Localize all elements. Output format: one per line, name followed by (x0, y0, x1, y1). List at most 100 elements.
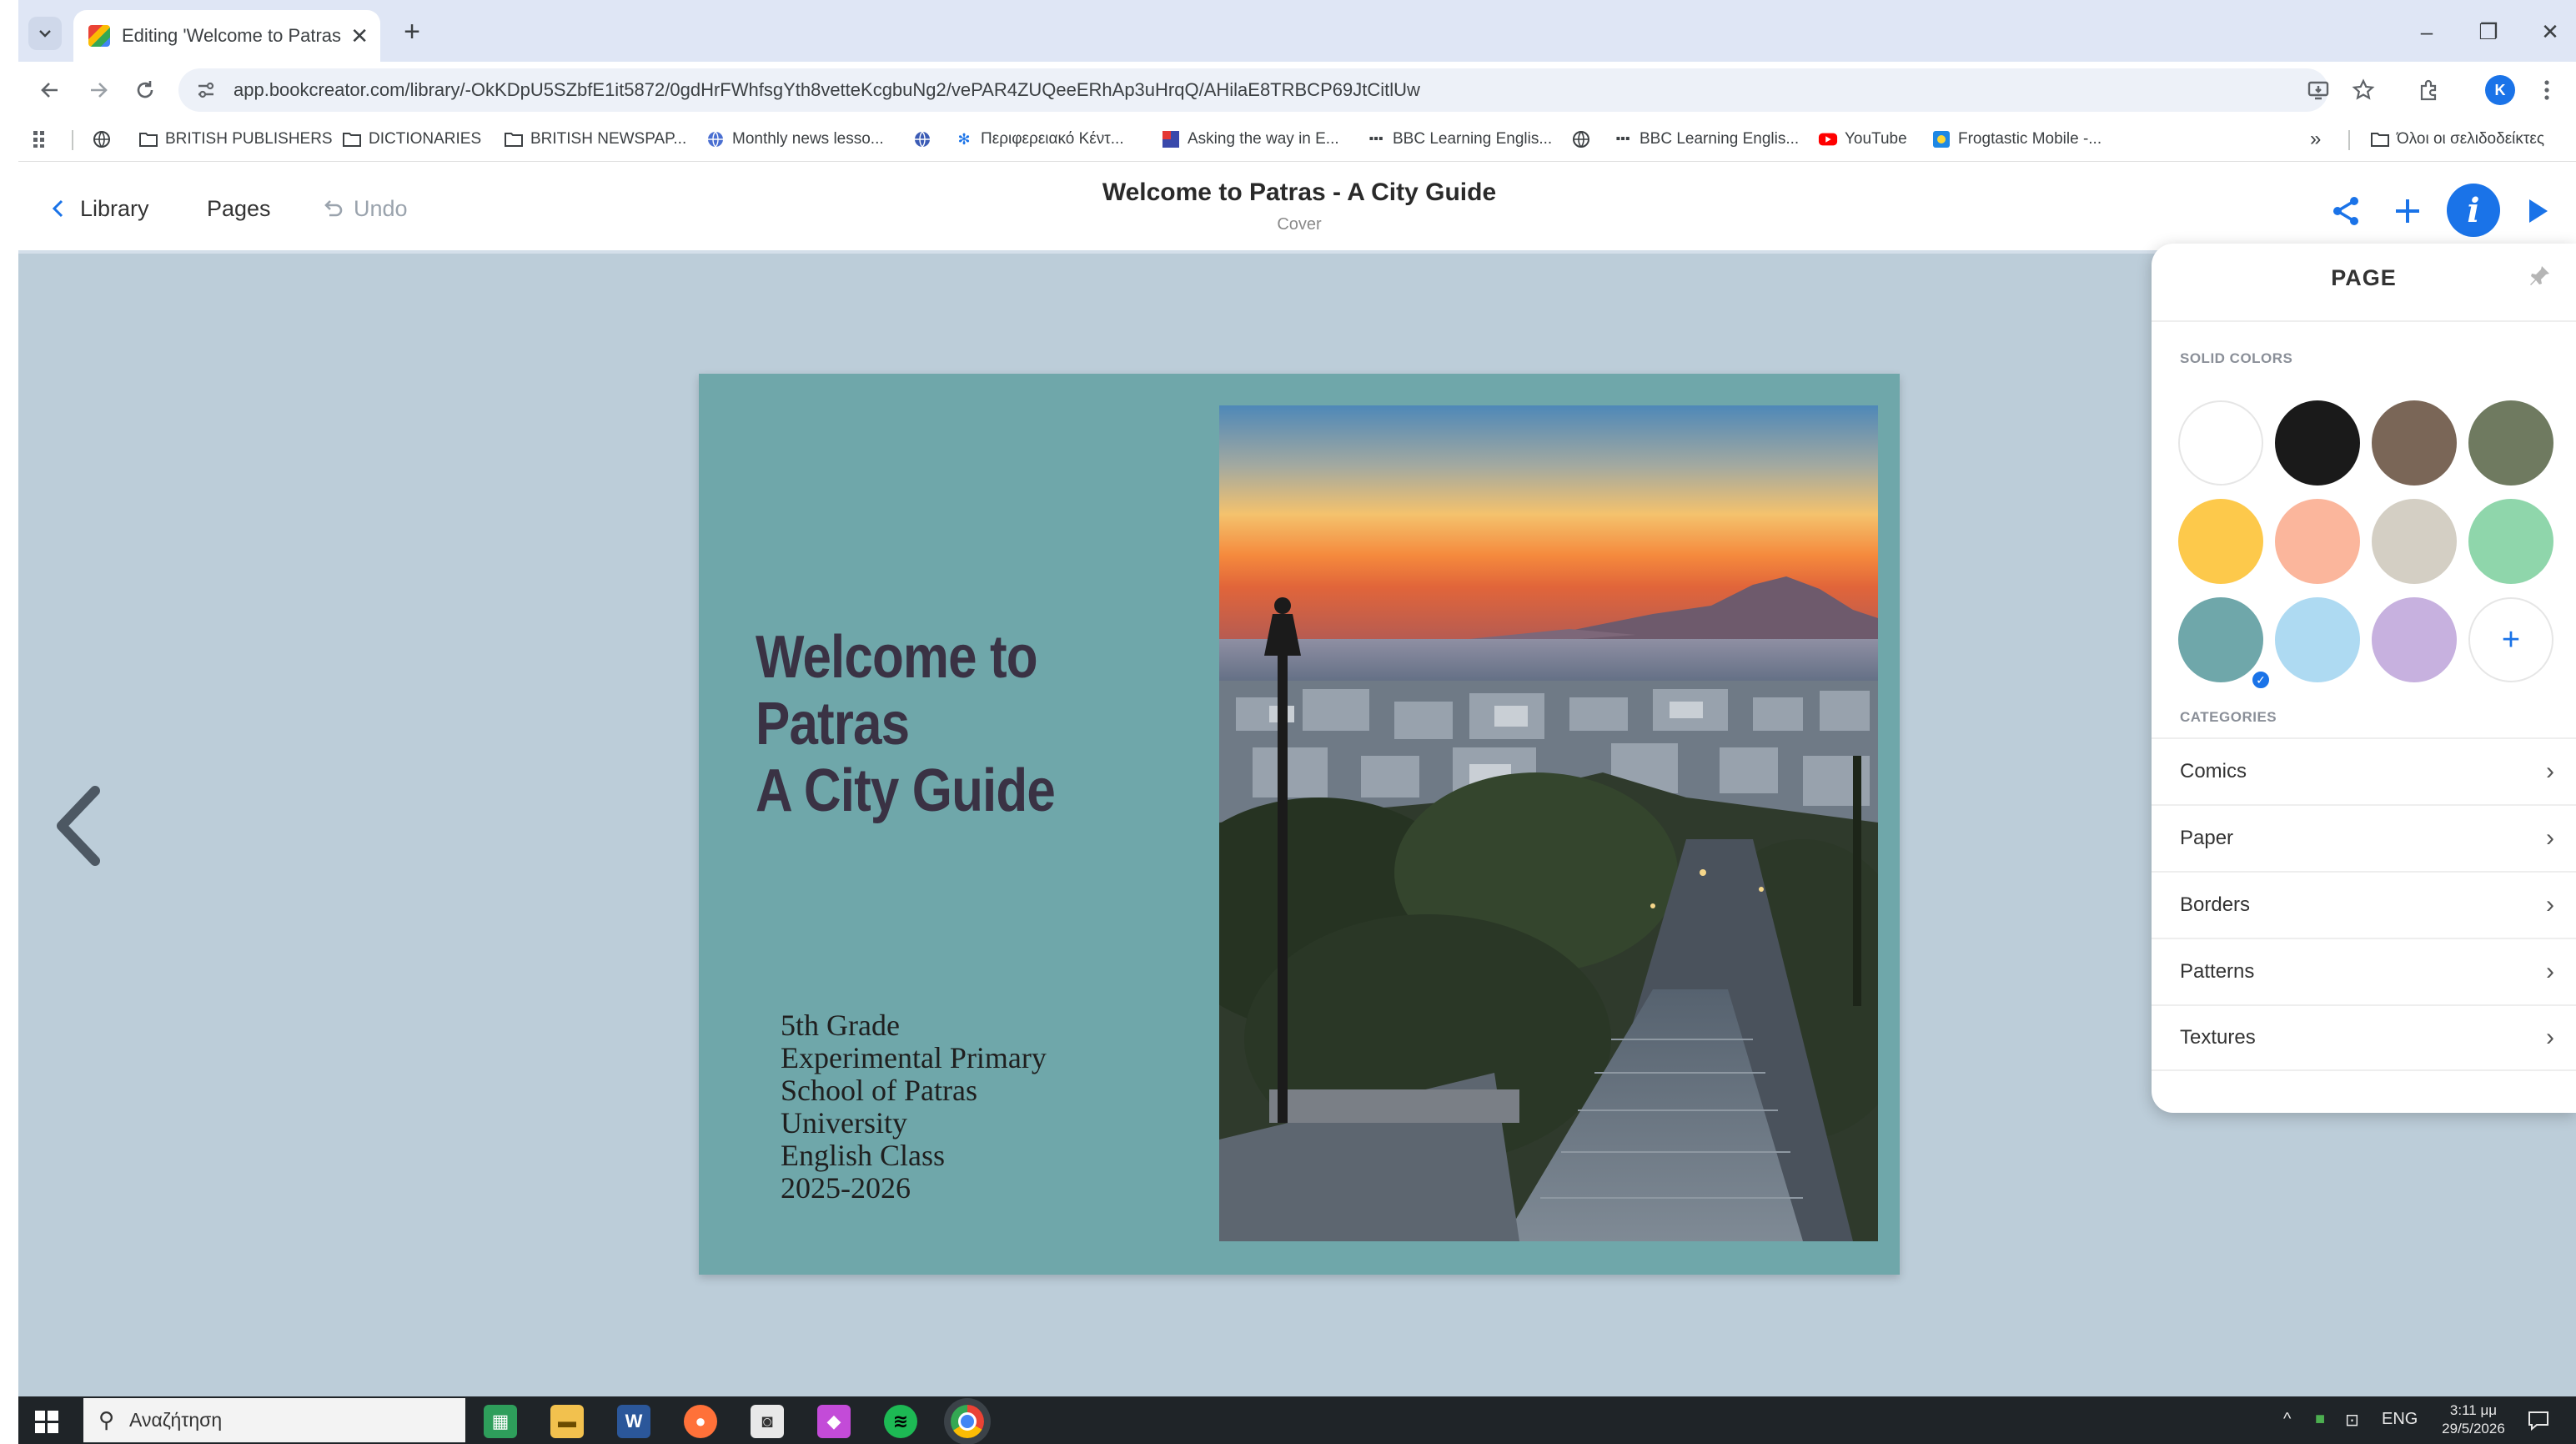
color-swatch-lavender[interactable] (2372, 597, 2457, 682)
panel-divider (2152, 320, 2576, 322)
pages-button[interactable]: Pages (207, 190, 271, 227)
color-swatch-olive[interactable] (2468, 400, 2553, 486)
plus-icon: + (2501, 621, 2521, 657)
share-button[interactable] (2323, 189, 2368, 234)
color-swatch-mint[interactable] (2468, 499, 2553, 584)
patras-sunset-image (1219, 405, 1878, 1241)
restore-button[interactable]: ❐ (2472, 15, 2505, 48)
globe-icon (912, 129, 932, 149)
taskbar-app-spotify[interactable]: ≋ (884, 1405, 917, 1438)
previous-page-button[interactable] (47, 776, 113, 876)
info-icon: i (2467, 190, 2480, 230)
cover-city-photo[interactable] (1219, 405, 1878, 1241)
category-patterns[interactable]: Patterns › (2152, 938, 2576, 1004)
page-label: Cover (1277, 215, 1322, 234)
info-button[interactable]: i (2447, 184, 2500, 237)
bookmarks-divider-2 (2348, 130, 2350, 150)
category-comics[interactable]: Comics › (2152, 737, 2576, 804)
chevron-right-icon: › (2546, 958, 2554, 985)
site-settings-icon[interactable] (195, 79, 217, 101)
color-swatch-light-blue[interactable] (2275, 597, 2360, 682)
selected-check-icon: ✓ (2250, 669, 2272, 691)
extensions-icon[interactable] (2412, 73, 2445, 107)
minimize-button[interactable]: – (2410, 15, 2443, 48)
taskbar-app-word[interactable]: W (617, 1405, 650, 1438)
tab-close-icon[interactable]: ✕ (350, 23, 369, 49)
tray-nvidia-icon[interactable]: ■ (2315, 1410, 2325, 1429)
taskbar-search-box[interactable]: ⚲ Αναζήτηση (83, 1398, 465, 1442)
color-swatch-beige[interactable] (2372, 499, 2457, 584)
add-custom-color-button[interactable]: + (2468, 597, 2553, 682)
add-button[interactable] (2385, 189, 2430, 234)
bookmark-british-newspapers[interactable]: BRITISH NEWSPAP... (504, 125, 686, 153)
bookmark-globe-3[interactable] (1571, 125, 1598, 153)
cover-subtitle[interactable]: 5th Grade Experimental Primary School of… (781, 1009, 1214, 1205)
bookmark-dictionaries[interactable]: DICTIONARIES (342, 125, 481, 153)
taskbar-clock[interactable]: 3:11 μμ 29/5/2026 (2432, 1401, 2515, 1438)
taskbar-search-placeholder: Αναζήτηση (129, 1409, 223, 1431)
bbc-icon: ▪▪▪ (1615, 132, 1630, 146)
bookmark-bbc-learning-2[interactable]: ▪▪▪ BBC Learning Englis... (1613, 125, 1799, 153)
browser-menu-icon[interactable] (2530, 73, 2563, 107)
bookmark-youtube[interactable]: YouTube (1818, 125, 1907, 153)
chevron-left-icon (52, 199, 63, 218)
panel-title: PAGE (2331, 265, 2397, 290)
color-swatch-teal-selected[interactable] (2178, 597, 2263, 682)
folder-icon (342, 129, 362, 149)
tab-search-button[interactable] (28, 17, 62, 50)
category-textures[interactable]: Textures › (2152, 1004, 2576, 1071)
start-button[interactable] (32, 1406, 62, 1436)
library-link[interactable]: Library (50, 190, 149, 227)
bookmark-globe-2[interactable] (912, 125, 939, 153)
chevron-left-icon (57, 786, 100, 866)
bookmark-globe[interactable] (92, 125, 118, 153)
color-swatch-black[interactable] (2275, 400, 2360, 486)
taskbar-app-camera[interactable]: ◙ (751, 1405, 784, 1438)
tray-overflow-icon[interactable]: ^ (2283, 1410, 2291, 1429)
category-borders[interactable]: Borders › (2152, 871, 2576, 938)
folder-icon (138, 129, 158, 149)
profile-avatar[interactable]: K (2485, 75, 2515, 105)
search-icon: ⚲ (98, 1407, 115, 1432)
bookmark-frogtastic[interactable]: Frogtastic Mobile -... (1931, 125, 2101, 153)
taskbar-app-file-explorer[interactable]: ▬ (550, 1405, 584, 1438)
bookmark-asking-the-way[interactable]: Asking the way in E... (1161, 125, 1339, 153)
gear-icon: ✻ (957, 130, 971, 148)
bookmark-monthly-news[interactable]: Monthly news lesso... (706, 125, 884, 153)
pin-icon (2530, 266, 2549, 285)
taskbar-app-firefox[interactable]: ● (684, 1405, 717, 1438)
tray-language[interactable]: ENG (2382, 1410, 2418, 1429)
color-swatch-yellow[interactable] (2178, 499, 2263, 584)
windows-logo-icon (35, 1411, 58, 1433)
taskbar-app-copilot[interactable]: ◆ (817, 1405, 851, 1438)
apps-grid-icon[interactable] (32, 125, 52, 153)
install-app-icon[interactable] (2302, 73, 2335, 107)
play-button[interactable] (2515, 189, 2560, 234)
bookmark-regional-centre[interactable]: ✻ Περιφερειακό Κέντ... (954, 125, 1123, 153)
bookmarks-overflow-button[interactable]: » (2310, 125, 2321, 153)
category-paper[interactable]: Paper › (2152, 804, 2576, 871)
bookmark-bbc-learning-1[interactable]: ▪▪▪ BBC Learning Englis... (1366, 125, 1552, 153)
bookmark-star-icon[interactable] (2347, 73, 2380, 107)
reload-button[interactable] (127, 72, 163, 108)
color-swatch-white[interactable] (2178, 400, 2263, 486)
close-window-button[interactable]: ✕ (2533, 15, 2567, 48)
url-text: app.bookcreator.com/library/-OkKDpU5SZbf… (233, 79, 1420, 100)
taskbar-app-chrome[interactable] (951, 1405, 984, 1438)
cover-title[interactable]: Welcome to Patras A City Guide (756, 624, 1157, 824)
color-swatch-brown[interactable] (2372, 400, 2457, 486)
all-bookmarks-folder[interactable]: Όλοι οι σελιδοδείκτες (2370, 125, 2544, 153)
color-swatch-peach[interactable] (2275, 499, 2360, 584)
back-button[interactable] (32, 72, 68, 108)
browser-tab-active[interactable]: Editing 'Welcome to Patras - A ( ✕ (73, 10, 380, 62)
undo-button[interactable]: Undo (322, 190, 408, 227)
pin-panel-button[interactable] (2527, 264, 2557, 294)
globe-icon (92, 129, 112, 149)
address-bar[interactable]: app.bookcreator.com/library/-OkKDpU5SZbf… (178, 68, 2328, 112)
taskbar-app-photos[interactable]: ▦ (484, 1405, 517, 1438)
new-tab-button[interactable]: + (394, 13, 430, 50)
tray-network-icon[interactable]: ⊡ (2345, 1410, 2359, 1431)
bookmark-british-publishers[interactable]: BRITISH PUBLISHERS (138, 125, 333, 153)
notifications-icon[interactable] (2527, 1410, 2550, 1431)
forward-button[interactable] (80, 72, 117, 108)
